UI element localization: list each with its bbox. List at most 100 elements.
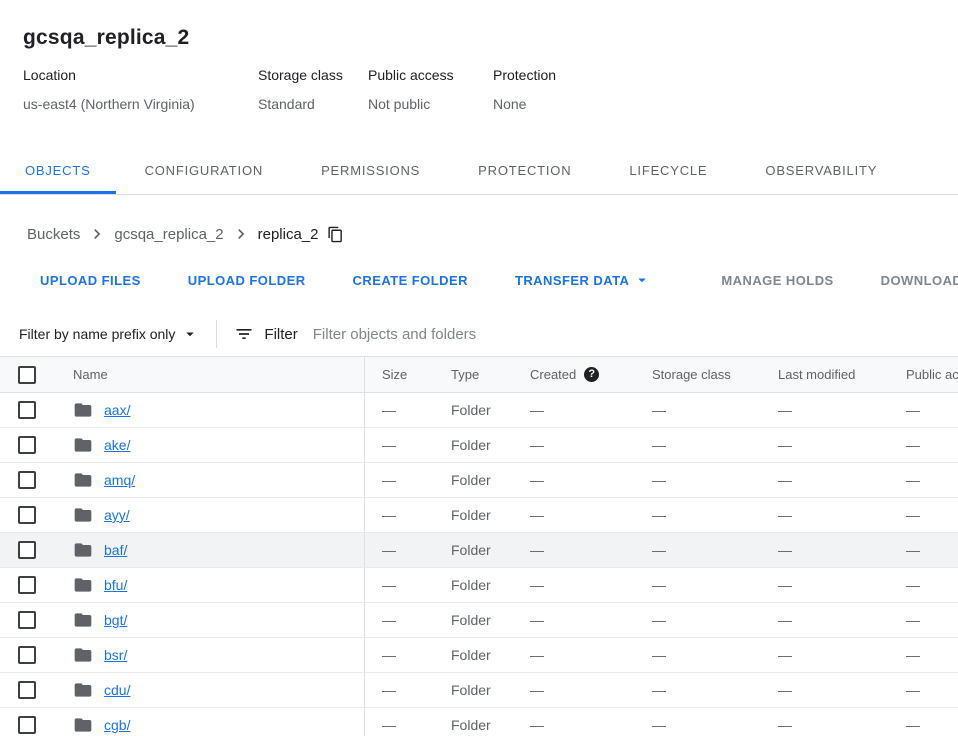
meta-location-value: us-east4 (Northern Virginia) (23, 96, 258, 112)
row-checkbox[interactable] (18, 716, 36, 734)
breadcrumb-current-folder: replica_2 (258, 226, 319, 243)
meta-storage-class-label: Storage class (258, 67, 368, 83)
bucket-details-page: gcsqa_replica_2 Location us-east4 (North… (0, 0, 958, 736)
folder-link[interactable]: baf/ (104, 542, 127, 558)
row-size: — (365, 577, 451, 593)
row-type: Folder (451, 647, 530, 663)
row-name-cell: amq/ (55, 463, 365, 497)
meta-location: Location us-east4 (Northern Virginia) (23, 67, 258, 112)
row-public-access: — (906, 717, 958, 733)
row-checkbox[interactable] (18, 506, 36, 524)
row-size: — (365, 717, 451, 733)
row-checkbox[interactable] (18, 681, 36, 699)
row-checkbox[interactable] (18, 576, 36, 594)
help-icon[interactable]: ? (584, 367, 599, 382)
row-checkbox[interactable] (18, 471, 36, 489)
row-size: — (365, 542, 451, 558)
folder-link[interactable]: ake/ (104, 437, 130, 453)
row-public-access: — (906, 402, 958, 418)
tab-lifecycle[interactable]: LIFECYCLE (600, 147, 736, 194)
folder-link[interactable]: aax/ (104, 402, 130, 418)
upload-files-button[interactable]: UPLOAD FILES (28, 265, 153, 296)
folder-link[interactable]: bsr/ (104, 647, 127, 663)
row-name-cell: aax/ (55, 393, 365, 427)
tab-objects[interactable]: OBJECTS (0, 147, 116, 194)
row-checkbox[interactable] (18, 436, 36, 454)
meta-public-access-value: Not public (368, 96, 493, 112)
folder-link[interactable]: cdu/ (104, 682, 130, 698)
row-size: — (365, 647, 451, 663)
row-checkbox[interactable] (18, 646, 36, 664)
row-type: Folder (451, 717, 530, 733)
row-checkbox-cell (0, 638, 55, 672)
table-row: bgt/ — Folder — — — — (0, 603, 958, 638)
table-row: bsr/ — Folder — — — — (0, 638, 958, 673)
upload-folder-button[interactable]: UPLOAD FOLDER (176, 265, 318, 296)
folder-icon (73, 540, 93, 560)
table-row: cgb/ — Folder — — — — (0, 708, 958, 736)
filter-objects-input[interactable] (313, 326, 733, 343)
breadcrumb-buckets-link[interactable]: Buckets (27, 226, 80, 243)
meta-public-access: Public access Not public (368, 67, 493, 112)
breadcrumb-bucket-link[interactable]: gcsqa_replica_2 (114, 226, 223, 243)
table-row: bfu/ — Folder — — — — (0, 568, 958, 603)
row-name-cell: ake/ (55, 428, 365, 462)
row-name-cell: baf/ (55, 533, 365, 567)
row-checkbox[interactable] (18, 611, 36, 629)
row-checkbox[interactable] (18, 541, 36, 559)
row-created: — (530, 402, 652, 418)
row-last-modified: — (778, 402, 906, 418)
meta-location-label: Location (23, 67, 258, 83)
filter-list-icon (234, 324, 254, 344)
filter-mode-dropdown[interactable]: Filter by name prefix only (19, 325, 199, 343)
content-copy-icon (327, 226, 344, 243)
folder-link[interactable]: bgt/ (104, 612, 127, 628)
row-checkbox-cell (0, 603, 55, 637)
folder-link[interactable]: cgb/ (104, 717, 130, 733)
row-checkbox-cell (0, 463, 55, 497)
header-name: Name (55, 357, 365, 392)
row-checkbox[interactable] (18, 401, 36, 419)
row-name-cell: bfu/ (55, 568, 365, 602)
table-row: aax/ — Folder — — — — (0, 393, 958, 428)
table-row: ake/ — Folder — — — — (0, 428, 958, 463)
chevron-right-icon (231, 224, 251, 244)
tab-permissions[interactable]: PERMISSIONS (292, 147, 449, 194)
table-row: amq/ — Folder — — — — (0, 463, 958, 498)
row-storage-class: — (652, 472, 778, 488)
row-storage-class: — (652, 402, 778, 418)
row-created: — (530, 507, 652, 523)
row-public-access: — (906, 577, 958, 593)
meta-protection: Protection None (493, 67, 556, 112)
copy-path-button[interactable] (327, 226, 344, 243)
folder-icon (73, 400, 93, 420)
transfer-data-button[interactable]: TRANSFER DATA (503, 263, 663, 297)
arrow-drop-down-icon (181, 325, 199, 343)
folder-link[interactable]: bfu/ (104, 577, 127, 593)
table-body: aax/ — Folder — — — — ake/ — Folder — — … (0, 393, 958, 736)
row-name-cell: cdu/ (55, 673, 365, 707)
header-storage-class: Storage class (652, 367, 778, 382)
meta-storage-class: Storage class Standard (258, 67, 368, 112)
tab-protection[interactable]: PROTECTION (449, 147, 600, 194)
row-name-cell: cgb/ (55, 708, 365, 736)
download-button[interactable]: DOWNLOAD (869, 265, 958, 296)
tab-observability[interactable]: OBSERVABILITY (736, 147, 906, 194)
create-folder-button[interactable]: CREATE FOLDER (341, 265, 480, 296)
row-checkbox-cell (0, 393, 55, 427)
folder-link[interactable]: ayy/ (104, 507, 130, 523)
row-checkbox-cell (0, 533, 55, 567)
select-all-checkbox[interactable] (18, 366, 36, 384)
row-size: — (365, 682, 451, 698)
row-size: — (365, 612, 451, 628)
row-public-access: — (906, 437, 958, 453)
manage-holds-button[interactable]: MANAGE HOLDS (709, 265, 845, 296)
folder-icon (73, 715, 93, 735)
tab-configuration[interactable]: CONFIGURATION (116, 147, 293, 194)
row-checkbox-cell (0, 428, 55, 462)
row-created: — (530, 717, 652, 733)
folder-link[interactable]: amq/ (104, 472, 135, 488)
row-public-access: — (906, 472, 958, 488)
row-size: — (365, 507, 451, 523)
row-last-modified: — (778, 437, 906, 453)
